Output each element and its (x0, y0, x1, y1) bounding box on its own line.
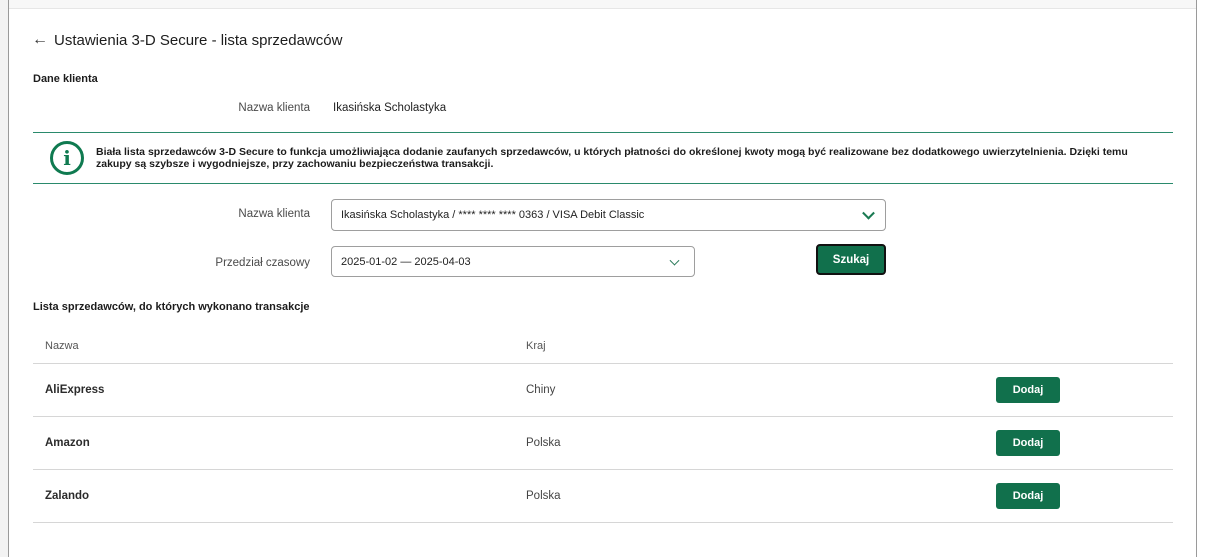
client-name-label: Nazwa klienta (238, 102, 310, 114)
merchant-country: Polska (526, 490, 561, 502)
table-row: Amazon Polska Dodaj (33, 416, 1173, 469)
info-icon: i (50, 141, 84, 175)
info-banner: i Biała lista sprzedawców 3-D Secure to … (33, 132, 1173, 184)
back-arrow-icon[interactable]: ← (32, 32, 48, 48)
merchant-country: Chiny (526, 384, 556, 396)
info-text: Biała lista sprzedawców 3-D Secure to fu… (96, 146, 1128, 170)
window-top-edge (9, 0, 1196, 9)
merchant-name: AliExpress (45, 384, 105, 396)
add-merchant-button[interactable]: Dodaj (996, 483, 1060, 509)
client-select-label: Nazwa klienta (238, 208, 310, 220)
table-row: Zalando Polska Dodaj (33, 469, 1173, 522)
period-label: Przedział czasowy (215, 257, 310, 269)
page-title: Ustawienia 3-D Secure - lista sprzedawcó… (54, 31, 343, 49)
chevron-down-icon (669, 255, 680, 266)
chevron-down-icon (862, 206, 875, 220)
window-left-edge (0, 0, 9, 557)
merchant-list-title: Lista sprzedawców, do których wykonano t… (33, 301, 310, 313)
search-button[interactable]: Szukaj (816, 244, 886, 275)
merchant-name: Zalando (45, 490, 90, 502)
add-merchant-button[interactable]: Dodaj (996, 430, 1060, 456)
client-card-select[interactable]: Ikasińska Scholastyka / **** **** **** 0… (331, 199, 886, 231)
page-header: ← Ustawienia 3-D Secure - lista sprzedaw… (32, 30, 342, 50)
client-card-select-value: Ikasińska Scholastyka / **** **** **** 0… (341, 209, 645, 221)
table-bottom-divider (33, 522, 1173, 523)
column-header-country: Kraj (526, 340, 546, 352)
period-select[interactable]: 2025-01-02 — 2025-04-03 (331, 246, 695, 277)
client-name-value: Ikasińska Scholastyka (333, 102, 447, 114)
add-merchant-button[interactable]: Dodaj (996, 377, 1060, 403)
window-right-edge (1196, 0, 1205, 557)
period-select-value: 2025-01-02 — 2025-04-03 (341, 255, 471, 268)
merchant-country: Polska (526, 437, 561, 449)
table-row: AliExpress Chiny Dodaj (33, 363, 1173, 416)
column-header-name: Nazwa (45, 340, 79, 352)
client-data-section-title: Dane klienta (33, 73, 98, 85)
merchant-name: Amazon (45, 437, 90, 449)
